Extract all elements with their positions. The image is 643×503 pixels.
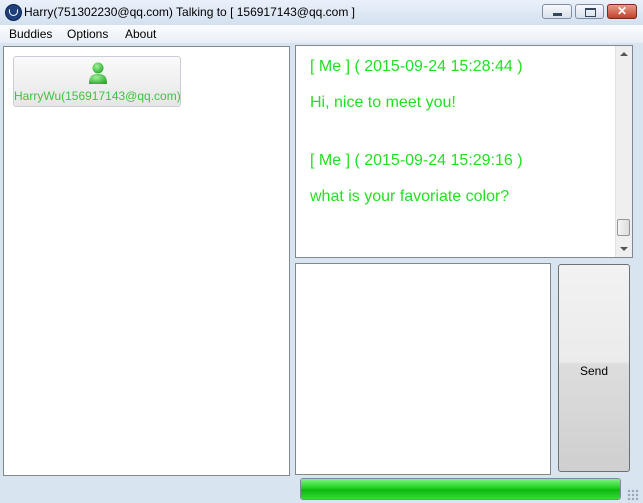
message-text: what is your favoriate color? [310, 188, 510, 205]
person-icon [89, 62, 107, 84]
maximize-icon [585, 8, 596, 17]
message-input[interactable] [295, 263, 551, 475]
title-bar[interactable]: Harry(751302230@qq.com) Talking to [ 156… [0, 0, 643, 26]
message-text: Hi, nice to meet you! [310, 94, 456, 111]
maximize-button[interactable] [575, 4, 604, 19]
menu-bar: Buddies Options About [0, 25, 643, 43]
message-header: [ Me ] ( 2015-09-24 15:29:16 ) [310, 152, 523, 169]
minimize-icon [553, 13, 562, 16]
send-button-label: Send [579, 364, 609, 378]
menu-options[interactable]: Options [67, 27, 108, 41]
progress-fill [301, 479, 620, 499]
message-header: [ Me ] ( 2015-09-24 15:28:44 ) [310, 58, 523, 75]
scroll-thumb[interactable] [617, 219, 630, 236]
progress-bar [300, 478, 621, 500]
close-icon: ✕ [616, 4, 628, 18]
buddy-item[interactable]: HarryWu(156917143@qq.com) [13, 56, 181, 107]
close-button[interactable]: ✕ [607, 4, 637, 19]
chat-scrollbar[interactable] [615, 46, 632, 257]
buddy-name: HarryWu(156917143@qq.com) [14, 89, 181, 103]
resize-grip-icon[interactable] [627, 489, 639, 501]
minimize-button[interactable] [542, 4, 572, 19]
window-title: Harry(751302230@qq.com) Talking to [ 156… [24, 5, 356, 19]
app-logo-icon [5, 4, 22, 21]
buddy-list-panel[interactable]: HarryWu(156917143@qq.com) [3, 46, 290, 476]
scroll-up-icon[interactable] [620, 52, 628, 56]
menu-about[interactable]: About [125, 27, 156, 41]
menu-buddies[interactable]: Buddies [9, 27, 52, 41]
scroll-down-icon[interactable] [620, 247, 628, 251]
chat-history[interactable]: [ Me ] ( 2015-09-24 15:28:44 ) Hi, nice … [295, 45, 633, 258]
send-button[interactable]: Send [558, 264, 630, 472]
